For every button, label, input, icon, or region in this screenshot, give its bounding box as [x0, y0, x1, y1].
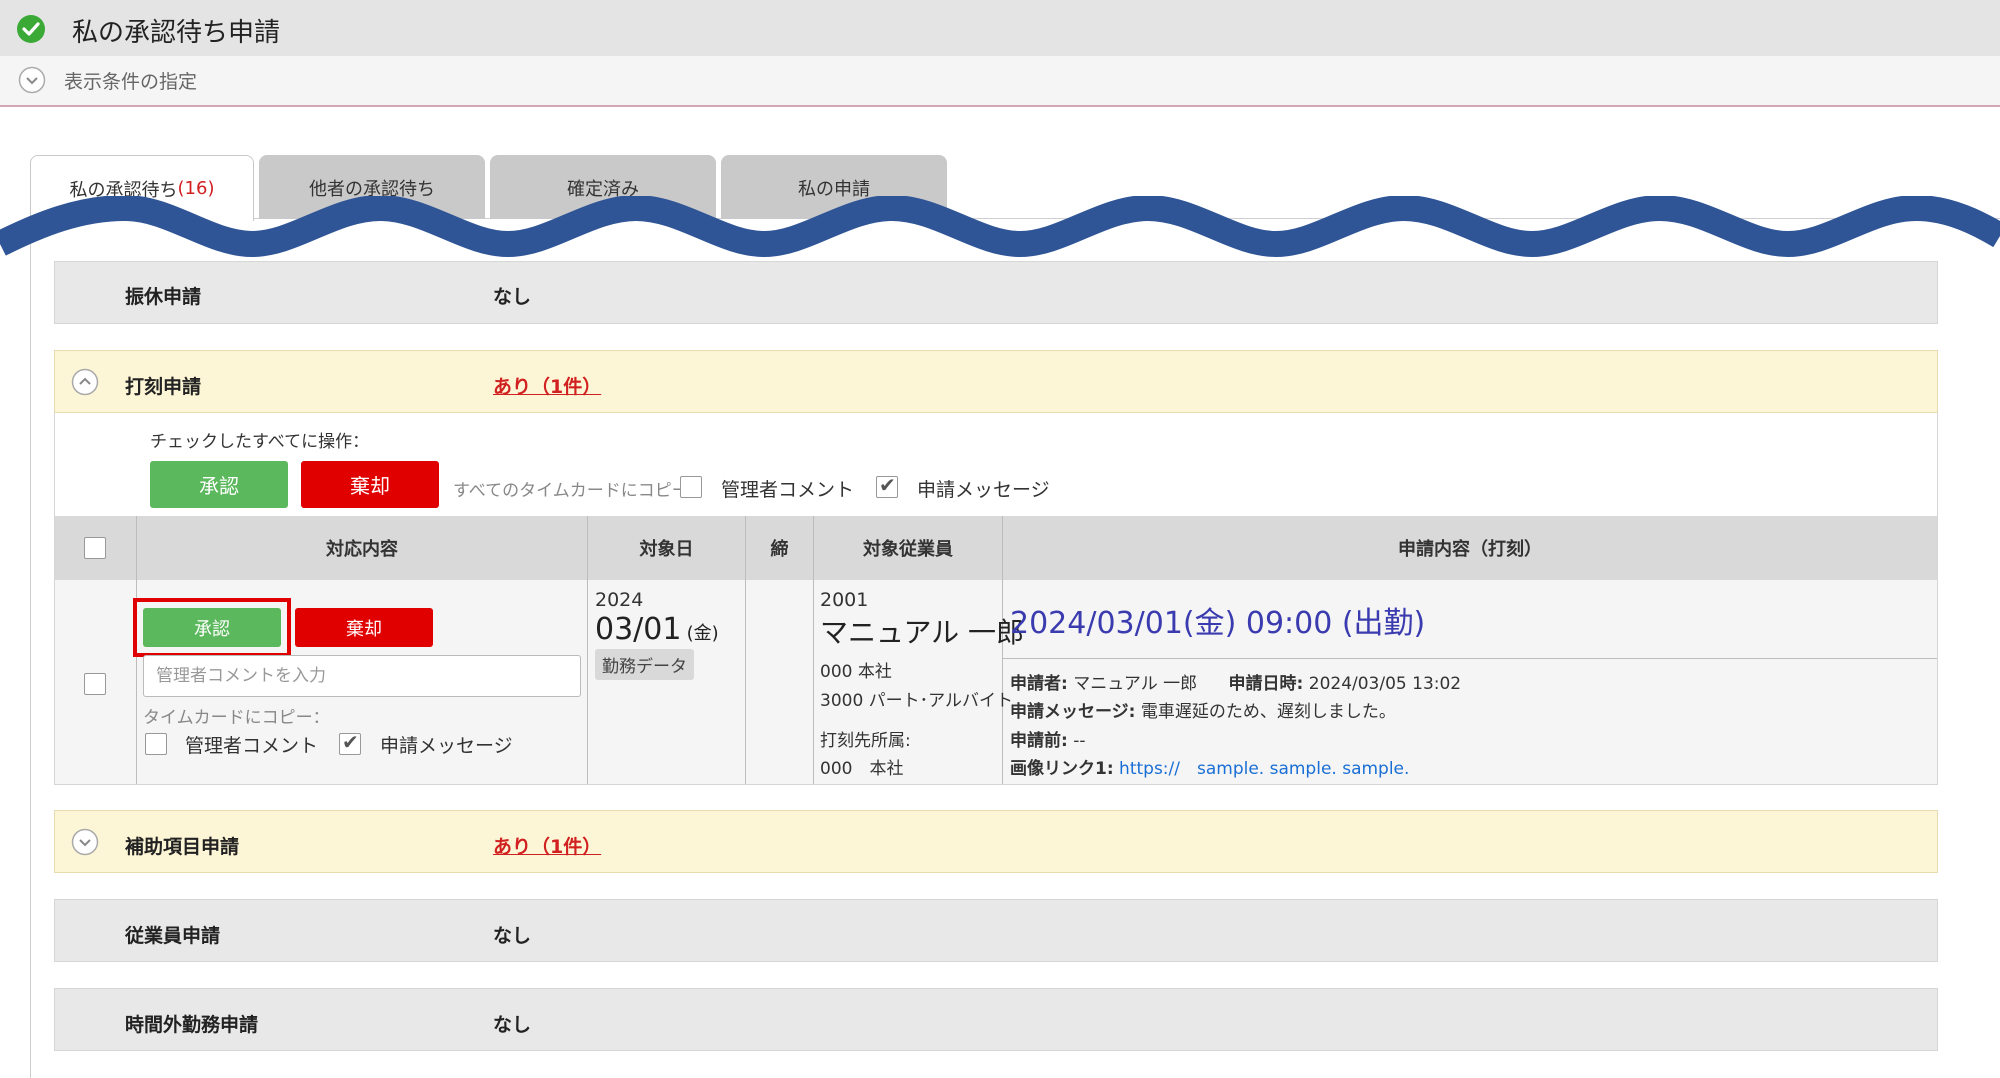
column-header: 締 [770, 539, 789, 560]
bulk-admin-comment-checkbox[interactable] [680, 476, 702, 498]
section-status: なし [493, 286, 532, 308]
bulk-copy-label: すべてのタイムカードにコピー： [453, 481, 706, 501]
section-label: 従業員申請 [125, 925, 221, 947]
request-before-line: 申請前: -- [1010, 726, 1086, 751]
applied-at-value: 2024/03/05 13:02 [1308, 674, 1462, 694]
bulk-admin-comment-label: 管理者コメント [721, 479, 855, 501]
chevron-down-icon[interactable] [71, 828, 99, 856]
row-admin-comment-label: 管理者コメント [185, 735, 319, 757]
section-status: なし [493, 925, 532, 947]
employee-type: 3000 パート･アルバイト [820, 691, 1013, 711]
target-date: 03/01 (金) [595, 612, 719, 647]
before-label: 申請前: [1010, 731, 1068, 751]
condition-label[interactable]: 表示条件の指定 [64, 67, 197, 94]
page-title: 私の承認待ち申請 [72, 18, 281, 48]
target-year: 2024 [595, 589, 644, 611]
bulk-approve-button[interactable]: 承認 [150, 461, 288, 508]
section-row-hojo[interactable] [54, 810, 1938, 873]
bulk-request-message-label: 申請メッセージ [917, 479, 1050, 501]
before-value: -- [1073, 731, 1086, 751]
request-image-line: 画像リンク1: https:// sample. sample. sample. [1010, 754, 1409, 779]
wave-divider [0, 196, 2000, 258]
section-row-dakoku[interactable] [54, 350, 1938, 413]
row-select-checkbox[interactable] [84, 673, 106, 695]
row-reject-button[interactable]: 棄却 [295, 608, 433, 647]
column-header: 対象日 [639, 539, 694, 560]
section-status-link[interactable]: あり（1件） [493, 372, 601, 399]
section-status-link[interactable]: あり（1件） [493, 832, 601, 859]
section-row-overtime [54, 988, 1938, 1051]
row-copy-label: タイムカードにコピー： [143, 708, 330, 728]
column-header: 対応内容 [326, 539, 398, 560]
section-status: なし [493, 1014, 532, 1036]
row-admin-comment-checkbox[interactable] [145, 733, 167, 755]
target-date-value: 03/01 [595, 612, 682, 647]
admin-comment-input[interactable]: 管理者コメントを入力 [143, 655, 581, 697]
request-message-line: 申請メッセージ: 電車遅延のため、遅刻しました。 [1010, 697, 1396, 722]
bulk-action-label: チェックしたすべてに操作： [150, 432, 370, 452]
title-bar [0, 0, 2000, 56]
request-applicant-line: 申請者: マニュアル 一郎 申請日時: 2024/03/05 13:02 [1010, 669, 1461, 694]
employee-name: マニュアル 一郎 [820, 616, 1025, 649]
select-all-checkbox[interactable] [84, 537, 106, 559]
message-label: 申請メッセージ: [1010, 702, 1136, 722]
applicant-label: 申請者: [1010, 674, 1068, 694]
stamp-dept-label: 打刻先所属: [820, 731, 911, 751]
section-label: 補助項目申請 [125, 836, 240, 858]
image-link-label: 画像リンク1: [1010, 759, 1114, 779]
row-divider [1003, 658, 1937, 659]
section-label: 時間外勤務申請 [125, 1014, 259, 1036]
condition-bar[interactable] [0, 56, 2000, 107]
stamp-dept: 000 本社 [820, 759, 904, 779]
applied-at-label: 申請日時: [1228, 674, 1304, 694]
request-title: 2024/03/01(金) 09:00 (出勤) [1010, 606, 1426, 641]
applicant-name: マニュアル 一郎 [1073, 674, 1198, 694]
section-label: 打刻申請 [125, 376, 202, 398]
column-header: 対象従業員 [863, 539, 953, 560]
work-data-tag[interactable]: 勤務データ [595, 649, 694, 680]
chevron-down-icon[interactable] [18, 66, 46, 94]
row-request-message-label: 申請メッセージ [380, 735, 513, 757]
section-label: 振休申請 [125, 286, 202, 308]
section-row-employee [54, 899, 1938, 962]
content-border [30, 218, 31, 1078]
bulk-request-message-checkbox[interactable] [876, 473, 898, 498]
target-weekday: (金) [686, 623, 719, 644]
chevron-up-icon[interactable] [71, 368, 99, 396]
employee-dept: 000 本社 [820, 662, 892, 682]
bulk-reject-button[interactable]: 棄却 [301, 461, 439, 508]
row-request-message-checkbox[interactable] [339, 730, 361, 755]
row-approve-button[interactable]: 承認 [143, 608, 281, 647]
employee-code: 2001 [820, 589, 869, 611]
image-link[interactable]: https:// sample. sample. sample. [1119, 759, 1409, 779]
column-header: 申請内容（打刻） [1398, 539, 1542, 560]
message-value: 電車遅延のため、遅刻しました。 [1140, 702, 1396, 722]
check-circle-icon [17, 15, 45, 43]
